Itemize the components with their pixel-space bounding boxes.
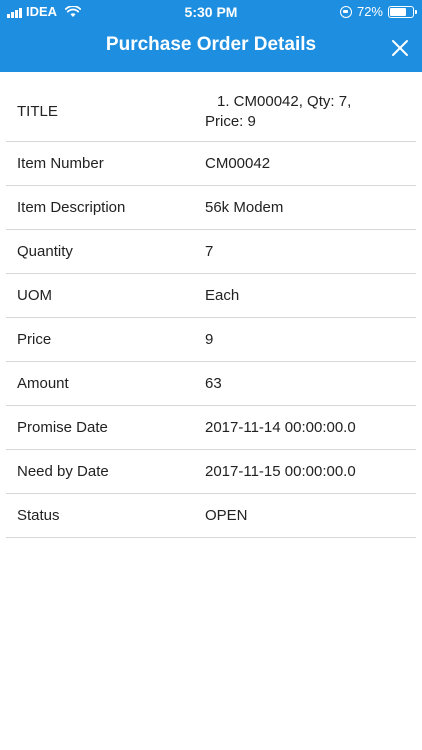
- close-button[interactable]: [388, 36, 412, 60]
- detail-value-title: 1. CM00042, Qty: 7, Price: 9: [205, 91, 416, 132]
- detail-label: Need by Date: [17, 463, 109, 480]
- detail-value: OPEN: [205, 507, 248, 524]
- detail-label: Quantity: [17, 243, 73, 260]
- detail-value: CM00042: [205, 155, 271, 172]
- detail-row: Need by Date 2017-11-15 00:00:00.0: [6, 450, 416, 494]
- title-line-1: 1. CM00042, Qty: 7,: [217, 93, 352, 110]
- detail-row: Item Number CM00042: [6, 142, 416, 186]
- battery-icon: [388, 5, 417, 18]
- detail-label: Promise Date: [17, 419, 108, 436]
- detail-row: Item Description 56k Modem: [6, 186, 416, 230]
- detail-row: Promise Date 2017-11-14 00:00:00.0: [6, 406, 416, 450]
- detail-label: Item Number: [17, 155, 104, 172]
- battery-percent: 72%: [356, 4, 383, 19]
- details-list: TITLE 1. CM00042, Qty: 7, Price: 9 Item …: [6, 82, 416, 538]
- title-line-2: Price: 9: [205, 113, 256, 130]
- detail-value: 9: [205, 331, 214, 348]
- detail-label: Amount: [17, 375, 69, 392]
- navigation-bar: IDEA 5:30 PM 72% Purchase Order Details: [0, 0, 422, 72]
- detail-value: 2017-11-14 00:00:00.0: [205, 419, 356, 436]
- detail-row: UOM Each: [6, 274, 416, 318]
- detail-label: UOM: [17, 287, 52, 304]
- detail-label: Status: [17, 507, 60, 524]
- detail-row: Quantity 7: [6, 230, 416, 274]
- detail-row-title: TITLE 1. CM00042, Qty: 7, Price: 9: [6, 82, 416, 142]
- detail-value: 56k Modem: [205, 199, 284, 216]
- detail-row: Price 9: [6, 318, 416, 362]
- detail-label: TITLE: [17, 103, 58, 120]
- page-title: Purchase Order Details: [105, 34, 317, 55]
- detail-value: 7: [205, 243, 214, 260]
- detail-value: 2017-11-15 00:00:00.0: [205, 463, 356, 480]
- rotation-lock-icon: [339, 5, 352, 18]
- detail-row: Amount 63: [6, 362, 416, 406]
- detail-value: Each: [205, 287, 240, 304]
- detail-label: Price: [17, 331, 52, 348]
- status-right: 72%: [339, 4, 417, 19]
- detail-value: 63: [205, 375, 222, 392]
- status-bar: IDEA 5:30 PM 72%: [0, 0, 422, 24]
- close-icon: [392, 40, 408, 56]
- detail-row: Status OPEN: [6, 494, 416, 538]
- detail-label: Item Description: [17, 199, 126, 216]
